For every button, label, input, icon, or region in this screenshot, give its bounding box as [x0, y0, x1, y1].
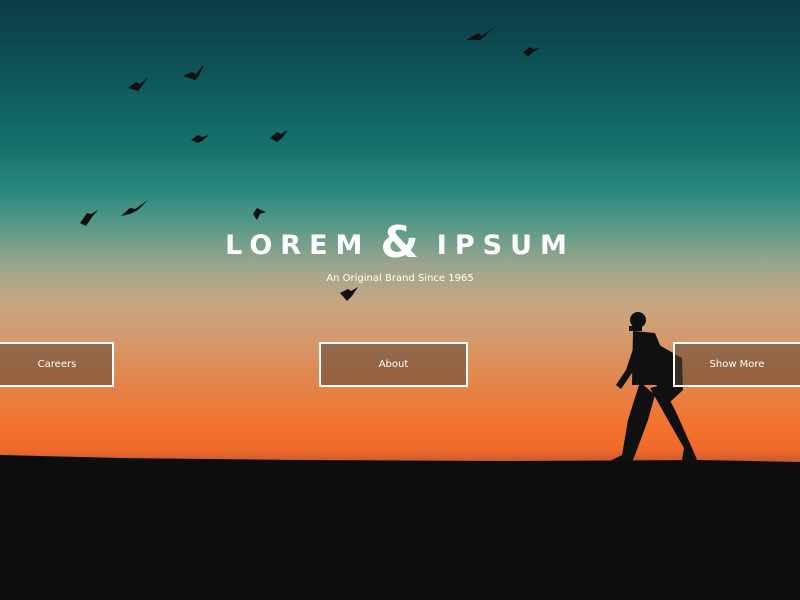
brand-title: LOREM & IPSUM: [0, 214, 800, 268]
careers-button[interactable]: Careers: [0, 342, 114, 387]
bird-icon: [128, 77, 148, 91]
bird-icon: [191, 135, 209, 143]
show-more-button[interactable]: Show More: [673, 342, 800, 387]
about-button[interactable]: About: [319, 342, 468, 387]
bird-icon: [340, 287, 358, 301]
bird-icon: [270, 130, 288, 142]
title-word-lorem: LOREM: [225, 230, 371, 261]
brand-subtitle: An Original Brand Since 1965: [326, 273, 474, 284]
about-button-label: About: [378, 359, 409, 370]
hiker-silhouette: [610, 312, 698, 462]
title-ampersand: &: [380, 217, 419, 268]
bird-icon: [466, 27, 494, 40]
title-word-ipsum: IPSUM: [436, 230, 575, 261]
background-scene: [0, 27, 800, 600]
bird-icon: [183, 64, 204, 80]
bird-icon: [523, 47, 540, 57]
hero-section: LOREM & IPSUM An Original Brand Since 1965…: [0, 0, 800, 600]
show-more-button-label: Show More: [709, 359, 765, 370]
ground-silhouette: [0, 455, 800, 600]
careers-button-label: Careers: [37, 359, 77, 370]
